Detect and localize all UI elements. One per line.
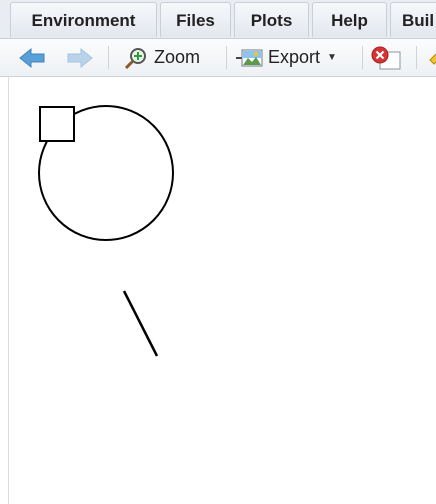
pane-tab-bar: Environment Files Plots Help Buil (0, 0, 436, 39)
back-arrow-icon (19, 47, 45, 68)
forward-arrow-icon (67, 47, 93, 68)
zoom-icon (124, 47, 146, 69)
toolbar-divider (108, 46, 109, 69)
plot-square (39, 106, 75, 142)
remove-plot-icon (371, 46, 401, 69)
clear-all-icon (429, 52, 436, 65)
clear-all-button[interactable] (426, 39, 436, 76)
tab-files[interactable]: Files (160, 2, 231, 37)
tab-build[interactable]: Buil (390, 2, 436, 37)
tab-plots[interactable]: Plots (234, 2, 309, 37)
plots-toolbar: Zoom Export ▼ (0, 39, 436, 77)
zoom-button[interactable]: Zoom (124, 39, 200, 76)
toolbar-divider (226, 46, 227, 69)
export-button[interactable]: Export ▼ (236, 39, 337, 76)
toolbar-divider (416, 46, 417, 69)
back-button[interactable] (18, 39, 46, 76)
zoom-label: Zoom (154, 47, 201, 67)
plots-pane: Environment Files Plots Help Buil Zoom E… (0, 0, 436, 504)
toolbar-divider (362, 46, 363, 69)
forward-button[interactable] (66, 39, 94, 76)
plot-canvas (8, 77, 436, 504)
plot-graphics (38, 105, 174, 357)
tab-environment[interactable]: Environment (10, 2, 157, 37)
plot-line-segment (122, 290, 159, 357)
export-icon (236, 49, 263, 66)
chevron-down-icon: ▼ (327, 52, 337, 63)
remove-plot-button[interactable] (370, 39, 402, 76)
export-label: Export (268, 47, 321, 67)
tab-help[interactable]: Help (312, 2, 387, 37)
